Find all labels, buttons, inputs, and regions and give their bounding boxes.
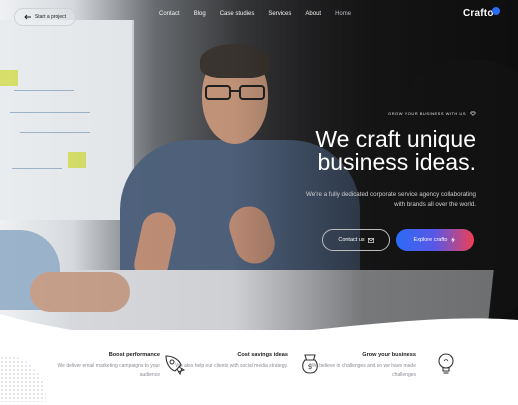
start-project-label: Start a project bbox=[34, 14, 67, 20]
logo-text: Crafto bbox=[463, 8, 494, 19]
nav-item-contact[interactable]: Contact bbox=[152, 11, 187, 17]
dot-pattern-decoration bbox=[0, 356, 46, 402]
envelope-icon bbox=[367, 237, 374, 243]
nav-menu: Contact Blog Case studies Services About… bbox=[152, 11, 358, 17]
feature-cost-savings: Cost savings ideas We also help our clie… bbox=[172, 352, 288, 392]
headline-line-1: We craft unique bbox=[315, 126, 476, 152]
nav-item-case-studies[interactable]: Case studies bbox=[213, 11, 262, 17]
bolt-icon bbox=[451, 237, 456, 243]
hero-wave-divider bbox=[0, 314, 518, 360]
nav-item-services[interactable]: Services bbox=[261, 11, 298, 17]
svg-text:$: $ bbox=[308, 363, 312, 371]
explore-crafto-label: Explore crafto bbox=[413, 237, 448, 243]
headline-line-2: business ideas. bbox=[317, 149, 476, 175]
top-navigation: Start a project Contact Blog Case studie… bbox=[0, 0, 518, 34]
hero-headline: We craft unique business ideas. bbox=[240, 128, 476, 174]
nav-item-home[interactable]: Home bbox=[328, 11, 358, 17]
money-bag-icon: $ bbox=[302, 354, 318, 374]
logo-dot-icon bbox=[491, 6, 500, 15]
feature-boost-performance: Boost performance We deliver email marke… bbox=[44, 352, 160, 392]
nav-item-blog[interactable]: Blog bbox=[187, 11, 213, 17]
feature-title: Cost savings ideas bbox=[237, 352, 288, 358]
nav-item-about[interactable]: About bbox=[298, 11, 328, 17]
contact-us-label: Contact us bbox=[338, 237, 365, 243]
feature-description: We deliver email marketing campaigns to … bbox=[57, 363, 160, 378]
start-project-button[interactable]: Start a project bbox=[14, 8, 76, 26]
contact-us-button[interactable]: Contact us bbox=[322, 229, 390, 251]
hero-subtitle: We're a fully dedicated corporate servic… bbox=[306, 191, 476, 208]
handshake-icon bbox=[470, 111, 476, 116]
feature-description: We also help our clients with social med… bbox=[175, 363, 288, 369]
lightbulb-icon bbox=[438, 353, 454, 374]
crafto-logo[interactable]: Crafto bbox=[463, 6, 500, 19]
arrow-left-icon bbox=[24, 14, 31, 20]
explore-crafto-button[interactable]: Explore crafto bbox=[396, 229, 474, 251]
feature-title: Boost performance bbox=[108, 352, 160, 358]
rocket-icon bbox=[165, 355, 186, 376]
eyebrow-text: GROW YOUR BUSINESS WITH US bbox=[388, 110, 466, 116]
hero-eyebrow: GROW YOUR BUSINESS WITH US bbox=[370, 110, 476, 116]
